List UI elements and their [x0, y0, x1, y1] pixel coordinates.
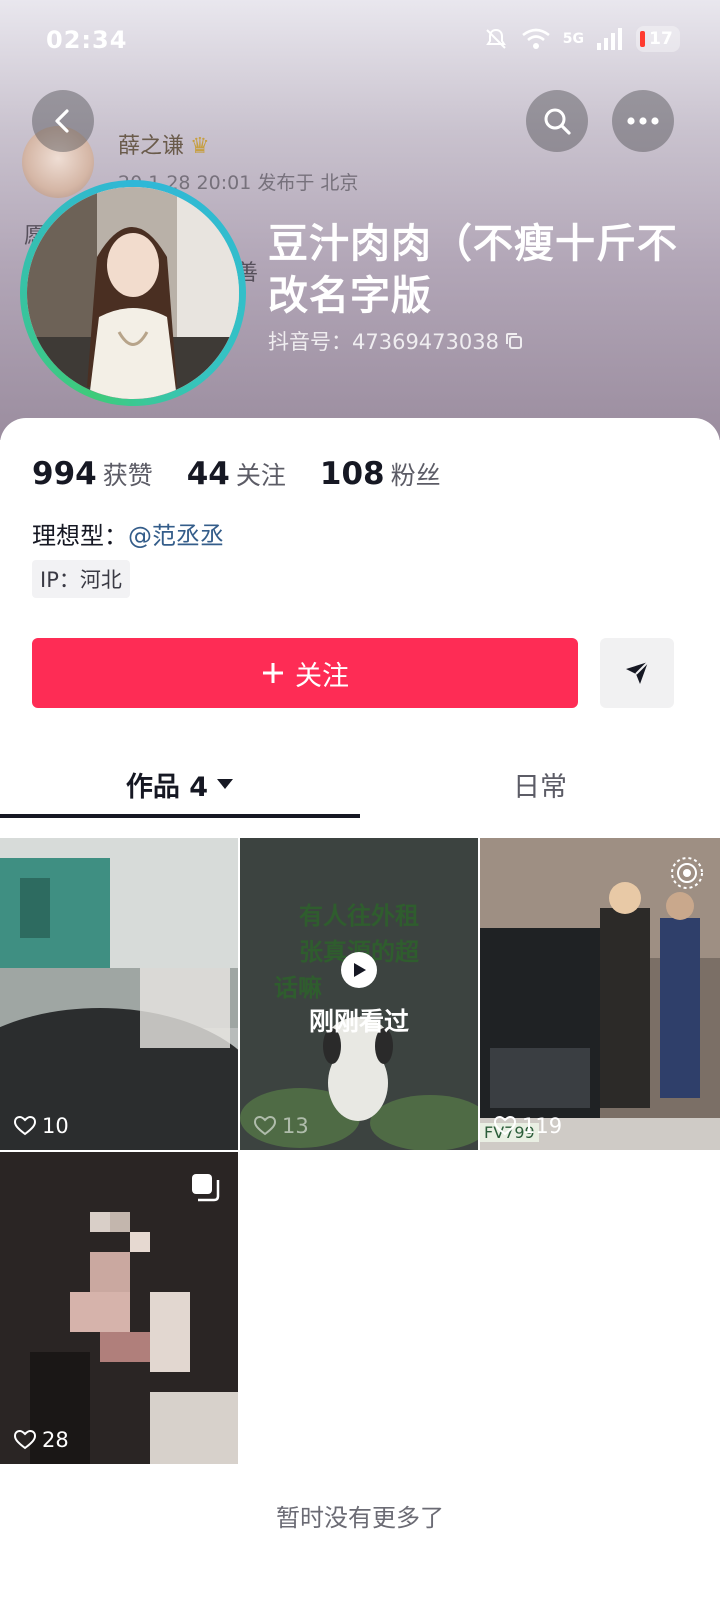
status-bar: 02:34 5G 17	[0, 0, 720, 80]
stat-followers[interactable]: 108 粉丝	[320, 456, 441, 492]
mute-icon	[485, 28, 506, 49]
recently-watched-label: 刚刚看过	[308, 1007, 409, 1036]
video-tile[interactable]: 有人往外租 张真源的超 话嘛 刚刚看过 13	[240, 838, 478, 1150]
status-icons: 5G 17	[483, 26, 680, 52]
stat-label: 获赞	[102, 461, 153, 490]
tab-daily-label: 日常	[513, 771, 567, 803]
profile-bio: 理想型：@范丞丞	[32, 516, 224, 551]
video-likes: 28	[14, 1428, 69, 1452]
heart-icon	[14, 1116, 36, 1136]
stat-label: 关注	[235, 461, 286, 490]
video-tile[interactable]: 28	[0, 1152, 238, 1464]
douyin-id[interactable]: 抖音号：47369473038	[268, 326, 523, 356]
chevron-left-icon	[55, 109, 69, 133]
send-icon	[626, 661, 649, 684]
stat-value: 44	[186, 456, 230, 492]
video-tile[interactable]: FV799 119	[480, 838, 720, 1150]
signal-icon	[597, 28, 622, 50]
stat-value: 994	[32, 456, 97, 492]
stat-label: 粉丝	[390, 461, 441, 490]
video-likes: 10	[14, 1114, 69, 1138]
video-tile[interactable]: 10	[0, 838, 238, 1150]
battery-indicator: 17	[636, 26, 680, 52]
more-button[interactable]	[612, 90, 674, 152]
profile-header: 薛之谦♛ 20 1 28 20:01 发布于 北京 愿 善 02:34 5G 1…	[0, 0, 720, 440]
heart-icon	[254, 1116, 276, 1136]
crown-icon: ♛	[190, 134, 210, 159]
video-thumbnail	[0, 838, 238, 1150]
video-likes: 13	[254, 1114, 309, 1138]
back-button[interactable]	[32, 90, 94, 152]
background-post-author: 薛之谦 ♛	[118, 134, 210, 159]
profile-stats: 994 获赞 44 关注 108 粉丝	[32, 456, 441, 492]
avatar-image	[27, 187, 239, 399]
search-button[interactable]	[526, 90, 588, 152]
avatar[interactable]	[20, 180, 246, 406]
heart-icon	[494, 1116, 516, 1136]
profile-body: 994 获赞 44 关注 108 粉丝 理想型：@范丞丞 IP：河北 关注 作品 4	[0, 418, 720, 1600]
follow-button[interactable]: 关注	[32, 638, 578, 708]
active-tab-indicator	[0, 814, 360, 818]
profile-tabs: 作品 4 日常	[0, 748, 720, 820]
tab-daily[interactable]: 日常	[360, 748, 720, 820]
stat-likes[interactable]: 994 获赞	[32, 456, 153, 492]
wifi-icon	[521, 28, 550, 49]
play-icon	[341, 952, 377, 988]
gallery-icon	[190, 1172, 220, 1206]
bio-mention-link[interactable]: @范丞丞	[128, 522, 224, 550]
share-button[interactable]	[600, 638, 674, 708]
ip-location-tag: IP：河北	[32, 560, 130, 598]
network-label: 5G	[562, 31, 584, 47]
follow-label: 关注	[295, 660, 349, 692]
heart-icon	[14, 1430, 36, 1450]
stat-value: 108	[319, 456, 385, 492]
plus-icon	[263, 663, 283, 683]
live-photo-icon	[670, 856, 704, 894]
search-icon	[544, 108, 571, 135]
video-likes: 119	[494, 1114, 562, 1138]
caret-down-icon	[217, 779, 234, 789]
profile-nickname: 豆汁肉肉（不瘦十斤不改名字版	[268, 221, 678, 319]
copy-icon[interactable]	[505, 332, 523, 350]
tab-works-label: 作品 4	[125, 771, 209, 803]
status-time: 02:34	[46, 26, 128, 54]
tab-works[interactable]: 作品 4	[0, 748, 360, 820]
more-icon	[627, 117, 659, 125]
bio-prefix: 理想型：	[32, 522, 128, 550]
stat-following[interactable]: 44 关注	[187, 456, 286, 492]
no-more-content-text: 暂时没有更多了	[276, 1504, 444, 1532]
